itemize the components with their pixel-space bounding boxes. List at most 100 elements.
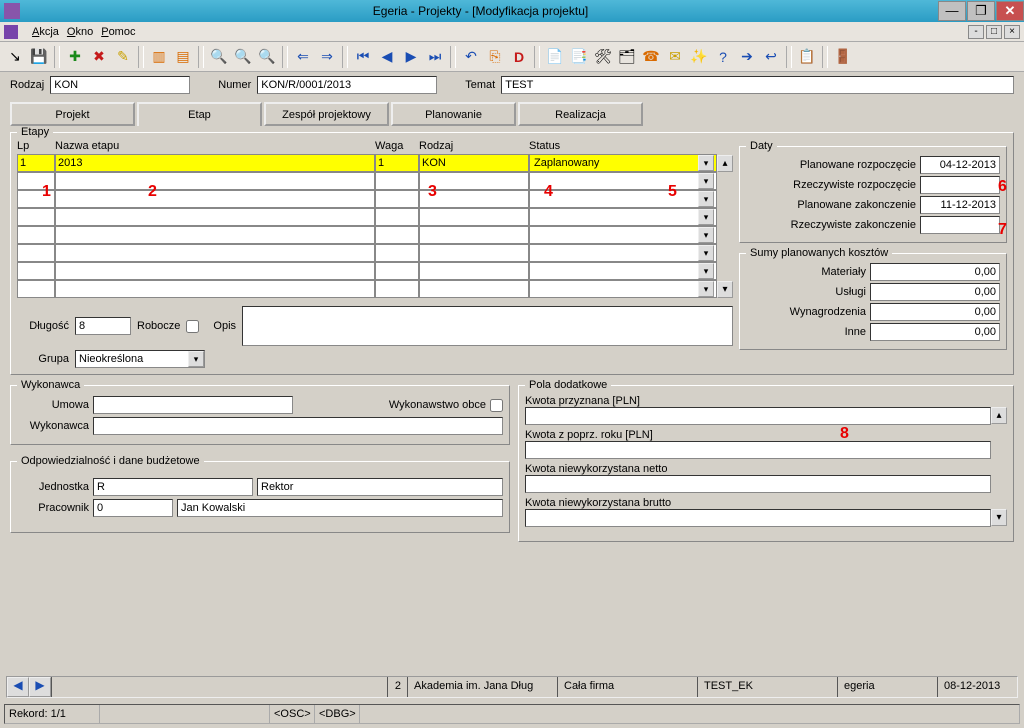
chevron-down-icon[interactable]: ▾ [698, 281, 714, 297]
row2-waga[interactable] [375, 172, 419, 190]
umowa-input[interactable] [93, 396, 293, 414]
tree-icon[interactable]: 🗂 [616, 46, 638, 68]
close-button[interactable]: ✕ [996, 1, 1024, 21]
row6-lp[interactable] [17, 244, 55, 262]
go-icon[interactable]: ➔ [736, 46, 758, 68]
mdi-minimize-button[interactable]: - [968, 25, 984, 39]
chevron-down-icon[interactable]: ▾ [698, 227, 714, 243]
minimize-button[interactable]: — [938, 1, 966, 21]
align-right-icon[interactable]: ▤ [172, 46, 194, 68]
row8-waga[interactable] [375, 280, 419, 298]
tab-planowanie[interactable]: Planowanie [391, 102, 516, 126]
row4-rodzaj[interactable] [419, 208, 529, 226]
row2-status[interactable]: ▾ [529, 172, 717, 190]
forward-icon[interactable]: ⏭ [424, 46, 446, 68]
tab-projekt[interactable]: Projekt [10, 102, 135, 126]
scroll-up-icon[interactable]: ▴ [717, 155, 733, 172]
search-icon[interactable]: 🔍 [208, 46, 230, 68]
help-icon[interactable]: ? [712, 46, 734, 68]
maximize-button[interactable]: ❐ [967, 1, 995, 21]
row7-nazwa[interactable] [55, 262, 375, 280]
jednostka-name-input[interactable] [257, 478, 503, 496]
nav-prev-icon[interactable]: ◀ [7, 677, 29, 697]
last-icon[interactable]: ⇒ [316, 46, 338, 68]
row5-rodzaj[interactable] [419, 226, 529, 244]
d-icon[interactable]: D [508, 46, 530, 68]
row4-status[interactable]: ▾ [529, 208, 717, 226]
chevron-down-icon[interactable]: ▾ [698, 155, 714, 171]
row3-lp[interactable] [17, 190, 55, 208]
row3-rodzaj[interactable] [419, 190, 529, 208]
row8-nazwa[interactable] [55, 280, 375, 298]
row1-lp[interactable] [17, 154, 55, 172]
chevron-down-icon[interactable]: ▾ [698, 173, 714, 189]
delete-icon[interactable]: ✖ [88, 46, 110, 68]
robocze-checkbox[interactable] [186, 320, 199, 333]
row7-status[interactable]: ▾ [529, 262, 717, 280]
tab-realizacja[interactable]: Realizacja [518, 102, 643, 126]
row1-waga[interactable] [375, 154, 419, 172]
opis-textarea[interactable] [242, 306, 733, 346]
wynagrodzenia-input[interactable] [870, 303, 1000, 321]
copy-icon[interactable]: ⎘ [484, 46, 506, 68]
plus-icon[interactable]: ✚ [64, 46, 86, 68]
row4-waga[interactable] [375, 208, 419, 226]
row5-lp[interactable] [17, 226, 55, 244]
temat-input[interactable] [501, 76, 1014, 94]
wand-icon[interactable]: ✨ [688, 46, 710, 68]
chevron-down-icon[interactable]: ▾ [698, 245, 714, 261]
kwota-poprz-input[interactable] [525, 441, 991, 459]
row8-lp[interactable] [17, 280, 55, 298]
uslugi-input[interactable] [870, 283, 1000, 301]
row2-rodzaj[interactable] [419, 172, 529, 190]
kwota-przyznana-input[interactable] [525, 407, 991, 425]
row7-waga[interactable] [375, 262, 419, 280]
row6-status[interactable]: ▾ [529, 244, 717, 262]
first-icon[interactable]: ⇐ [292, 46, 314, 68]
tab-zespol[interactable]: Zespół projektowy [264, 102, 389, 126]
row1-nazwa[interactable] [55, 154, 375, 172]
tools-icon[interactable]: 🛠 [592, 46, 614, 68]
kwota-brutto-input[interactable] [525, 509, 991, 527]
row6-nazwa[interactable] [55, 244, 375, 262]
row1-status[interactable]: Zaplanowany▾ [529, 154, 717, 172]
search-list-icon[interactable]: 🔍 [256, 46, 278, 68]
pracownik-code-input[interactable] [93, 499, 173, 517]
row5-status[interactable]: ▾ [529, 226, 717, 244]
grupa-select[interactable]: Nieokreślona▾ [75, 350, 205, 368]
rewind-icon[interactable]: ⏮ [352, 46, 374, 68]
obce-checkbox[interactable] [490, 399, 503, 412]
row2-nazwa[interactable] [55, 172, 375, 190]
doc2-icon[interactable]: 📑 [568, 46, 590, 68]
row6-rodzaj[interactable] [419, 244, 529, 262]
scroll-down-icon[interactable]: ▾ [991, 509, 1007, 526]
edit-icon[interactable]: ✎ [112, 46, 134, 68]
plan-rozp-input[interactable] [920, 156, 1000, 174]
chevron-down-icon[interactable]: ▾ [698, 209, 714, 225]
next-icon[interactable]: ▶ [400, 46, 422, 68]
scroll-up-icon[interactable]: ▴ [991, 407, 1007, 424]
prev-icon[interactable]: ◀ [376, 46, 398, 68]
arrow-icon[interactable]: ↘ [4, 46, 26, 68]
menu-pomoc[interactable]: Pomoc [101, 26, 135, 38]
mail-icon[interactable]: ✉ [664, 46, 686, 68]
row8-status[interactable]: ▾ [529, 280, 717, 298]
nav-next-icon[interactable]: ▶ [29, 677, 51, 697]
row3-nazwa[interactable] [55, 190, 375, 208]
row3-status[interactable]: ▾ [529, 190, 717, 208]
row5-nazwa[interactable] [55, 226, 375, 244]
exit-icon[interactable]: 🚪 [832, 46, 854, 68]
doc1-icon[interactable]: 📄 [544, 46, 566, 68]
row3-waga[interactable] [375, 190, 419, 208]
kwota-netto-input[interactable] [525, 475, 991, 493]
row4-nazwa[interactable] [55, 208, 375, 226]
materialy-input[interactable] [870, 263, 1000, 281]
numer-input[interactable] [257, 76, 437, 94]
row8-rodzaj[interactable] [419, 280, 529, 298]
phone-icon[interactable]: ☎ [640, 46, 662, 68]
mdi-close-button[interactable]: × [1004, 25, 1020, 39]
search-plus-icon[interactable]: 🔍 [232, 46, 254, 68]
mdi-restore-button[interactable]: □ [986, 25, 1002, 39]
rzecz-rozp-input[interactable] [920, 176, 1000, 194]
rodzaj-input[interactable] [50, 76, 190, 94]
